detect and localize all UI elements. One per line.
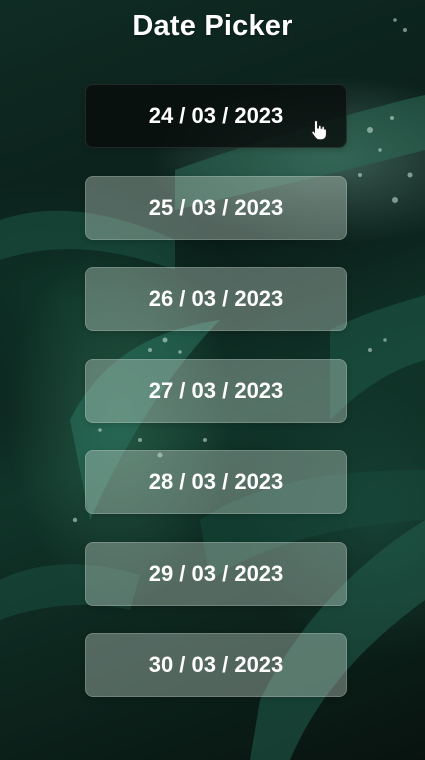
- date-list: 24 / 03 / 2023 25 / 03 / 2023 26 / 03 / …: [85, 84, 347, 725]
- date-label: 30 / 03 / 2023: [148, 652, 284, 677]
- page-title: Date Picker: [132, 10, 293, 42]
- date-button-27[interactable]: 27 / 03 / 2023: [85, 358, 347, 423]
- date-button-29[interactable]: 29 / 03 / 2023: [85, 541, 347, 606]
- date-label: 28 / 03 / 2023: [148, 469, 284, 494]
- date-label: 27 / 03 / 2023: [148, 377, 284, 403]
- date-button-28[interactable]: 28 / 03 / 2023: [85, 450, 347, 514]
- date-label: 25 / 03 / 2023: [148, 194, 284, 220]
- date-button-30[interactable]: 30 / 03 / 2023: [85, 633, 347, 697]
- date-button-25[interactable]: 25 / 03 / 2023: [85, 175, 347, 240]
- date-label: 24 / 03 / 2023: [148, 103, 284, 128]
- date-button-24[interactable]: 24 / 03 / 2023: [85, 84, 347, 148]
- hand-pointer-icon: [311, 119, 327, 141]
- date-label: 26 / 03 / 2023: [148, 286, 284, 311]
- date-label: 29 / 03 / 2023: [148, 560, 284, 586]
- date-button-26[interactable]: 26 / 03 / 2023: [85, 267, 347, 331]
